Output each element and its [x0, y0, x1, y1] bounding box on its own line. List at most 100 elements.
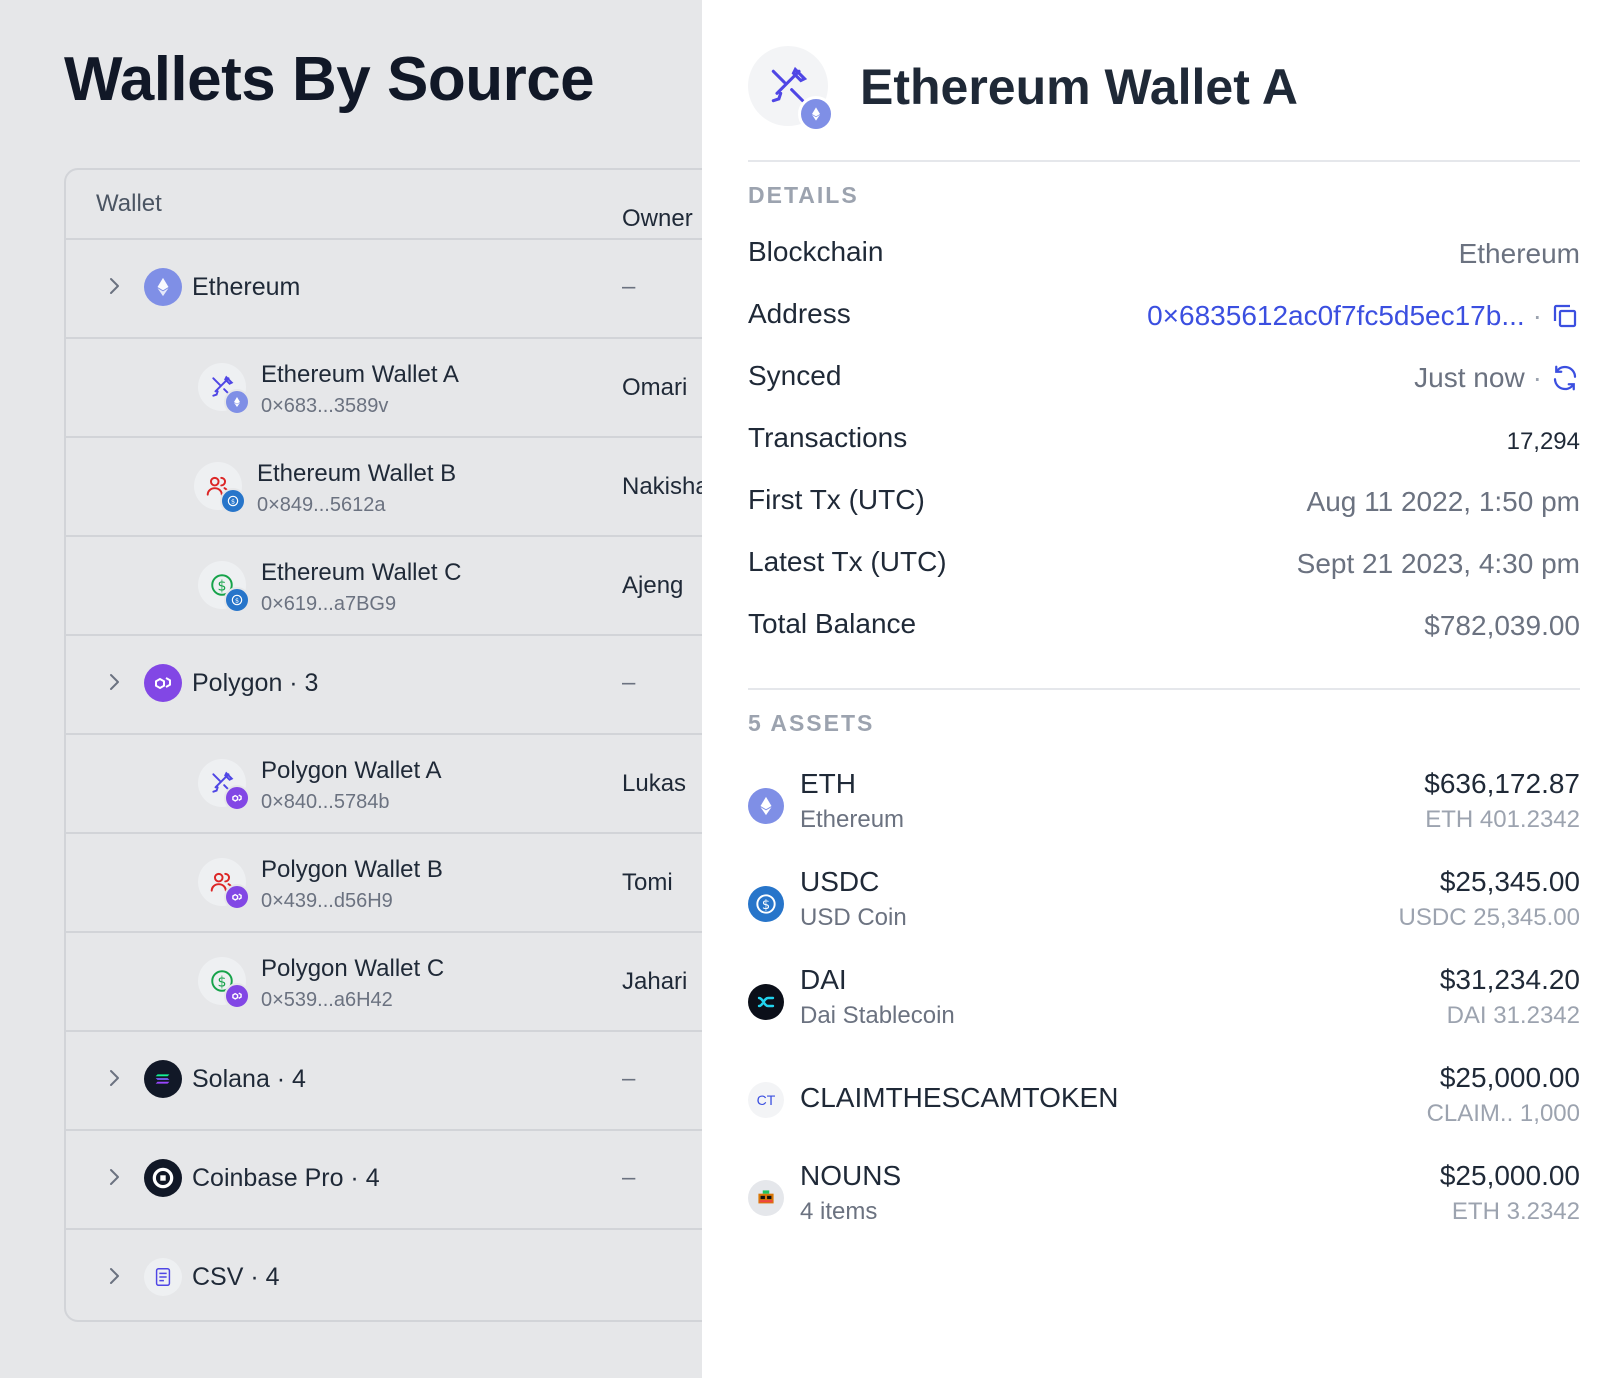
wallet-address: 0×619...a7BG9	[261, 593, 397, 615]
svg-text:$: $	[231, 497, 235, 505]
table-row-wallet[interactable]: Polygon Wallet B 0×439...d56H9 Tomi	[66, 834, 702, 933]
owner-empty: –	[622, 1164, 636, 1191]
table-row-group-ethereum[interactable]: Ethereum –	[66, 240, 702, 339]
chevron-right-icon[interactable]	[102, 1165, 126, 1189]
asset-symbol: NOUNS	[800, 1160, 902, 1191]
group-label: Coinbase Pro · 4	[192, 1164, 380, 1192]
detail-value: Sept 21 2023, 4:30 pm	[1296, 548, 1580, 579]
detail-label: First Tx (UTC)	[748, 484, 925, 515]
detail-row-synced: Synced Just now ·	[748, 360, 1580, 400]
wallet-address: 0×439...d56H9	[261, 890, 393, 912]
asset-row[interactable]: NOUNS 4 items $25,000.00 ETH 3.2342	[748, 1160, 1580, 1240]
wallet-address: 0×849...5612a	[257, 494, 386, 516]
chevron-right-icon[interactable]	[102, 1066, 126, 1090]
asset-name: Ethereum	[800, 806, 905, 833]
chevron-right-icon[interactable]	[102, 274, 126, 298]
detail-label: Address	[748, 298, 851, 329]
detail-row-total-balance: Total Balance $782,039.00	[748, 608, 1580, 648]
ethereum-icon	[798, 96, 834, 132]
wallet-address: 0×840...5784b	[261, 791, 390, 813]
wallet-name[interactable]: Polygon Wallet A	[261, 757, 442, 785]
chevron-right-icon[interactable]	[102, 1264, 126, 1288]
table-row-wallet[interactable]: $ Polygon Wallet C 0×539...a6H42 Jahari	[66, 933, 702, 1032]
wallet-name[interactable]: Polygon Wallet C	[261, 955, 444, 983]
copy-icon[interactable]	[1550, 301, 1580, 331]
asset-row[interactable]: CT CLAIMTHESCAMTOKEN $25,000.00 CLAIM.. …	[748, 1062, 1580, 1142]
detail-value-group: Just now ·	[1414, 362, 1580, 394]
dai-icon	[748, 984, 784, 1020]
page-title: Wallets By Source	[64, 45, 595, 114]
details-section-label: DETAILS	[748, 182, 859, 208]
nouns-icon	[748, 1180, 784, 1216]
detail-label: Transactions	[748, 422, 908, 453]
section-divider	[748, 688, 1580, 690]
table-row-group-polygon[interactable]: Polygon · 3 –	[66, 636, 702, 735]
dollar-icon: $ $	[198, 561, 250, 613]
ct-token-icon: CT	[748, 1082, 784, 1118]
usdc-icon: $	[224, 587, 250, 613]
wallet-owner: Tomi	[622, 869, 673, 896]
wallet-owner: Omari	[622, 374, 688, 401]
wallet-name[interactable]: Ethereum Wallet A	[261, 361, 459, 389]
table-row-wallet[interactable]: Ethereum Wallet A 0×683...3589v Omari	[66, 339, 702, 438]
table-row-wallet[interactable]: $ $ Ethereum Wallet C 0×619...a7BG9 Ajen…	[66, 537, 702, 636]
tools-icon	[748, 46, 834, 132]
detail-label: Synced	[748, 360, 842, 391]
asset-usd-value: $25,000.00	[1439, 1062, 1580, 1093]
asset-symbol: ETH	[800, 768, 856, 799]
ethereum-icon	[144, 268, 182, 306]
detail-label: Blockchain	[748, 236, 884, 267]
asset-usd-value: $636,172.87	[1424, 768, 1580, 799]
asset-usd-value: $25,000.00	[1439, 1160, 1580, 1191]
assets-section-label: 5 ASSETS	[748, 710, 875, 736]
column-header-owner[interactable]: Owner	[622, 205, 693, 233]
solana-icon	[144, 1060, 182, 1098]
chevron-right-icon[interactable]	[102, 670, 126, 694]
table-row-wallet[interactable]: Polygon Wallet A 0×840...5784b Lukas	[66, 735, 702, 834]
polygon-icon	[224, 785, 250, 811]
group-label: Polygon · 3	[192, 669, 319, 697]
tools-icon	[198, 363, 250, 415]
detail-row-blockchain: Blockchain Ethereum	[748, 236, 1580, 276]
column-header-wallet[interactable]: Wallet	[96, 190, 162, 218]
svg-text:$: $	[235, 596, 239, 604]
detail-row-latest-tx: Latest Tx (UTC) Sept 21 2023, 4:30 pm	[748, 546, 1580, 586]
wallet-detail-drawer: Ethereum Wallet A DETAILS Blockchain Eth…	[702, 0, 1624, 1378]
drawer-title: Ethereum Wallet A	[860, 59, 1299, 115]
detail-row-address: Address 0×6835612ac0f7fc5d5ec17b... ·	[748, 298, 1580, 338]
asset-row[interactable]: $ USDC USD Coin $25,345.00 USDC 25,345.0…	[748, 866, 1580, 946]
wallets-table: Wallet Owner Ethereum – Ethereum Wallet …	[64, 168, 702, 1322]
asset-row[interactable]: DAI Dai Stablecoin $31,234.20 DAI 31.234…	[748, 964, 1580, 1044]
table-row-group-solana[interactable]: Solana · 4 –	[66, 1032, 702, 1131]
wallet-name[interactable]: Ethereum Wallet C	[261, 559, 462, 587]
detail-value: $782,039.00	[1424, 610, 1580, 641]
asset-usd-value: $25,345.00	[1439, 866, 1580, 897]
group-label: Ethereum	[192, 273, 301, 301]
asset-amount: ETH 401.2342	[1425, 806, 1580, 833]
asset-name: 4 items	[800, 1198, 878, 1225]
refresh-icon[interactable]	[1550, 363, 1580, 393]
dollar-icon: $	[198, 957, 250, 1009]
detail-label: Latest Tx (UTC)	[748, 546, 947, 577]
ethereum-icon	[224, 389, 250, 415]
users-icon	[198, 858, 250, 910]
table-row-group-coinbase-pro[interactable]: Coinbase Pro · 4 –	[66, 1131, 702, 1230]
separator: ·	[1532, 300, 1542, 331]
wallet-owner: Jahari	[622, 968, 688, 995]
owner-empty: –	[622, 273, 636, 300]
drawer-header: Ethereum Wallet A	[748, 46, 1580, 162]
users-icon: $	[194, 462, 246, 514]
ethereum-icon	[748, 788, 784, 824]
table-row-wallet[interactable]: $ Ethereum Wallet B 0×849...5612a Nakish…	[66, 438, 702, 537]
address-link[interactable]: 0×6835612ac0f7fc5d5ec17b...	[1147, 300, 1525, 332]
svg-text:$: $	[762, 898, 770, 913]
coinbase-icon	[144, 1159, 182, 1197]
table-row-group-csv[interactable]: CSV · 4	[66, 1230, 702, 1320]
wallets-page: Wallets By Source Wallet Owner Ethereum …	[0, 0, 702, 1378]
asset-row[interactable]: ETH Ethereum $636,172.87 ETH 401.2342	[748, 768, 1580, 848]
wallet-name[interactable]: Polygon Wallet B	[261, 856, 443, 884]
wallet-owner: Lukas	[622, 770, 687, 797]
wallet-name[interactable]: Ethereum Wallet B	[257, 460, 456, 488]
detail-row-first-tx: First Tx (UTC) Aug 11 2022, 1:50 pm	[748, 484, 1580, 524]
polygon-icon	[224, 983, 250, 1009]
